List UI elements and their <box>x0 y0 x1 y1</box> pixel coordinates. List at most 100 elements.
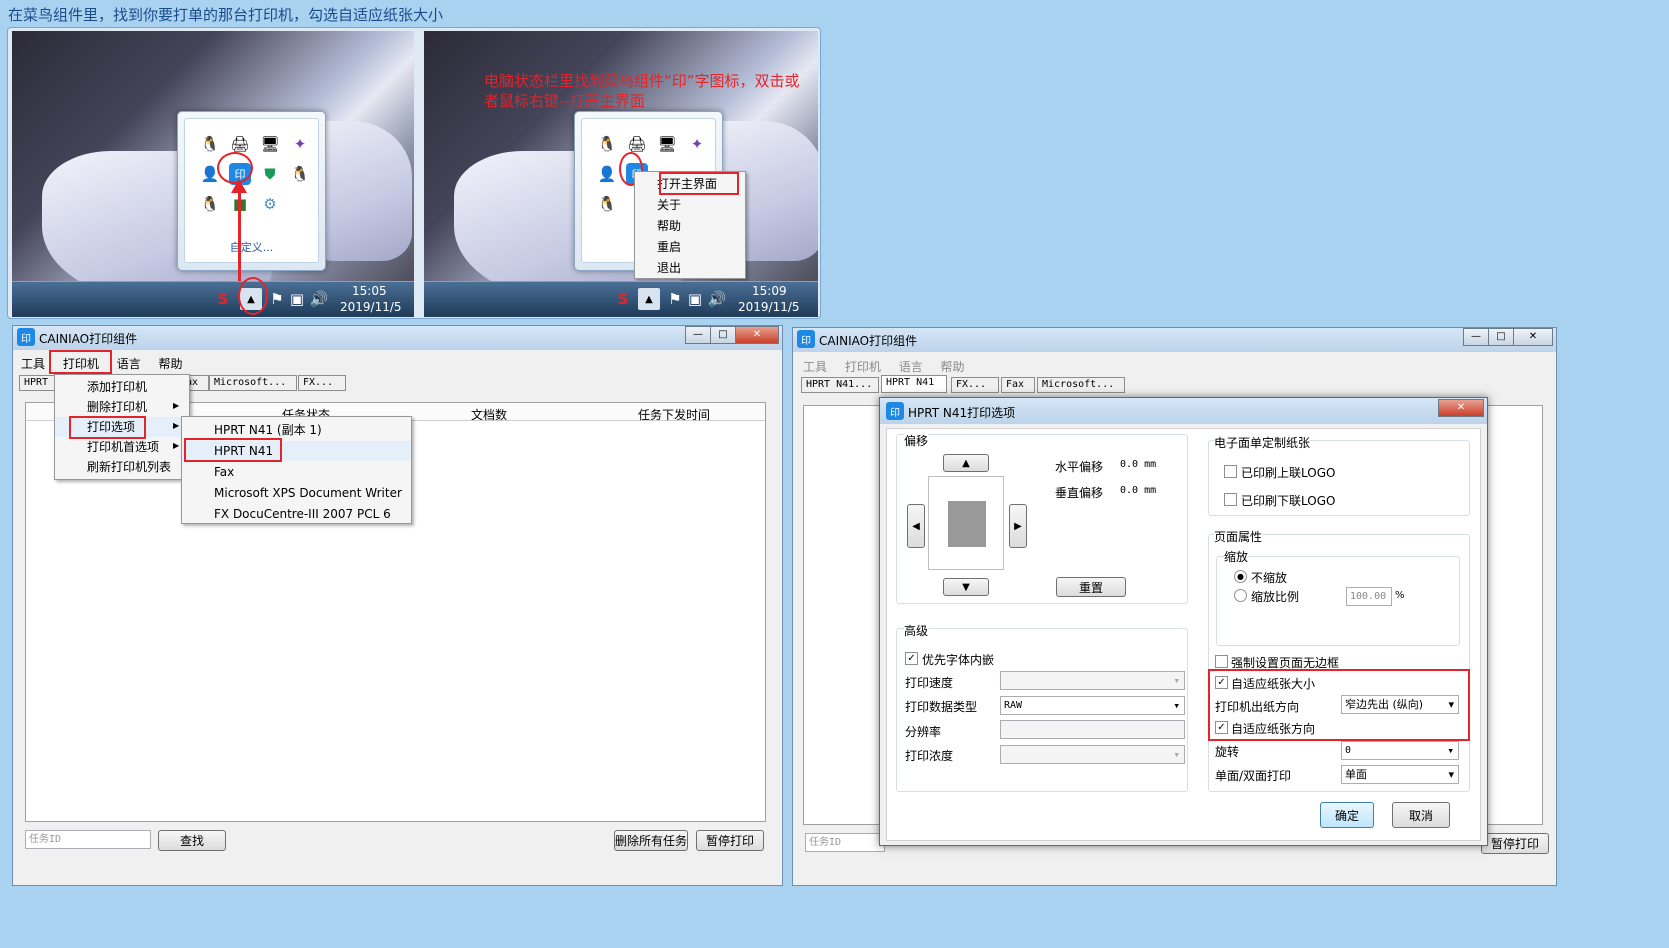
find-button[interactable]: 查找 <box>158 830 226 851</box>
scale-ratio-input[interactable]: 100.00 <box>1346 587 1392 606</box>
submenu-fax[interactable]: Fax <box>182 462 411 482</box>
cancel-button[interactable]: 取消 <box>1392 802 1450 828</box>
task-id-input[interactable]: 任务ID <box>805 833 885 852</box>
network-icon[interactable]: ▣ <box>684 288 706 310</box>
qq-icon[interactable]: 🐧 <box>596 193 618 215</box>
menu-refresh-printers[interactable]: 刷新打印机列表 <box>55 457 189 477</box>
menu-help[interactable]: 帮助 <box>635 216 745 236</box>
sogou-icon[interactable]: S <box>212 288 234 310</box>
resolution-input[interactable] <box>1000 720 1185 739</box>
clock-time: 15:09 <box>752 284 787 298</box>
resolution-label: 分辨率 <box>905 725 942 739</box>
pause-button[interactable]: 暂停打印 <box>1481 833 1549 854</box>
tab-hprt-n41[interactable]: HPRT N41 <box>881 375 947 393</box>
submenu-hprt-copy[interactable]: HPRT N41 (副本 1) <box>182 420 411 440</box>
pause-button[interactable]: 暂停打印 <box>696 830 764 851</box>
menu-add-printer[interactable]: 添加打印机 <box>55 377 189 397</box>
lower-logo-checkbox[interactable] <box>1224 493 1237 506</box>
no-border-checkbox[interactable] <box>1215 655 1228 668</box>
density-select[interactable] <box>1000 745 1185 764</box>
menu-language[interactable]: 语言 <box>899 360 923 374</box>
offset-right-button[interactable]: ▶ <box>1009 504 1027 548</box>
duplex-select[interactable]: 单面 <box>1341 765 1459 784</box>
page-label: 页面属性 <box>1214 528 1263 545</box>
rotate-select[interactable]: 0 <box>1341 741 1459 760</box>
offset-left-button[interactable]: ◀ <box>907 504 925 548</box>
rotate-label: 旋转 <box>1215 745 1240 759</box>
tab-fx[interactable]: FX... <box>298 375 346 391</box>
cainiao-icon: 印 <box>886 402 904 420</box>
menu-exit[interactable]: 退出 <box>635 258 745 278</box>
waybill-label: 电子面单定制纸张 <box>1214 434 1311 451</box>
submenu-xps[interactable]: Microsoft XPS Document Writer <box>182 483 411 503</box>
v-offset-label: 垂直偏移 <box>1055 486 1104 500</box>
monitor-icon[interactable]: 🖥 <box>656 133 678 155</box>
data-type-select[interactable]: RAW <box>1000 696 1185 715</box>
app-icon[interactable]: ✦ <box>289 133 311 155</box>
submenu-fx[interactable]: FX DocuCentre-III 2007 PCL 6 <box>182 504 411 524</box>
minimize-button[interactable]: — <box>1463 328 1489 346</box>
maximize-button[interactable]: □ <box>1488 328 1514 346</box>
percent-label: % <box>1395 590 1405 601</box>
cainiao-icon: 印 <box>17 328 35 346</box>
app-icon[interactable]: 🐧 <box>199 133 221 155</box>
menu-restart[interactable]: 重启 <box>635 237 745 257</box>
offset-up-button[interactable]: ▲ <box>943 454 989 472</box>
offset-down-button[interactable]: ▼ <box>943 578 989 596</box>
embed-font-label: 优先字体内嵌 <box>922 653 995 667</box>
flag-icon[interactable]: ⚑ <box>664 288 686 310</box>
shield-icon[interactable]: ⛊ <box>259 163 281 185</box>
close-button[interactable]: ✕ <box>735 326 779 344</box>
monitor-icon[interactable]: 🖥 <box>259 133 281 155</box>
speed-select[interactable] <box>1000 671 1185 690</box>
tab-hprt-copy[interactable]: HPRT N41... <box>801 377 879 393</box>
maximize-button[interactable]: □ <box>710 326 736 344</box>
minimize-button[interactable]: — <box>685 326 711 344</box>
tray-expand-icon[interactable]: ▲ <box>638 288 660 310</box>
close-button[interactable]: ✕ <box>1513 328 1553 346</box>
density-label: 打印浓度 <box>905 749 954 763</box>
upper-logo-label: 已印刷上联LOGO <box>1241 466 1336 480</box>
user-icon[interactable]: 👤 <box>596 163 618 185</box>
h-offset-label: 水平偏移 <box>1055 460 1104 474</box>
upper-logo-checkbox[interactable] <box>1224 465 1237 478</box>
tab-fax[interactable]: Fax <box>1001 377 1035 393</box>
ok-button[interactable]: 确定 <box>1320 802 1374 828</box>
delete-all-button[interactable]: 删除所有任务 <box>614 830 688 851</box>
tab-fx[interactable]: FX... <box>951 377 999 393</box>
network-icon[interactable]: ▣ <box>286 288 308 310</box>
no-scale-radio[interactable]: ● <box>1234 570 1247 583</box>
task-id-input[interactable]: 任务ID <box>25 830 151 849</box>
lower-logo-label: 已印刷下联LOGO <box>1241 494 1336 508</box>
volume-icon[interactable]: 🔊 <box>706 288 728 310</box>
tab-hprt[interactable]: HPRT <box>19 375 55 391</box>
column-issued-time[interactable]: 任务下发时间 <box>638 406 710 423</box>
menu-printer[interactable]: 打印机 <box>845 360 881 374</box>
menu-about[interactable]: 关于 <box>635 195 745 215</box>
flag-icon[interactable]: ⚑ <box>266 288 288 310</box>
menu-delete-printer[interactable]: 删除打印机 <box>55 397 189 417</box>
sogou-icon[interactable]: S <box>612 288 634 310</box>
volume-icon[interactable]: 🔊 <box>308 288 330 310</box>
dialog-close-button[interactable]: ✕ <box>1438 399 1484 417</box>
embed-font-checkbox[interactable]: ✓ <box>905 652 918 665</box>
menu-help[interactable]: 帮助 <box>159 357 183 371</box>
menu-tools[interactable]: 工具 <box>21 357 45 371</box>
column-doc-count[interactable]: 文档数 <box>471 406 507 423</box>
tab-microsoft[interactable]: Microsoft... <box>1037 377 1125 393</box>
menu-bar: 工具 打印机 语言 帮助 <box>803 358 979 375</box>
v-offset-value: 0.0 mm <box>1120 485 1157 496</box>
network-icon[interactable]: ⚙ <box>259 193 281 215</box>
tab-microsoft[interactable]: Microsoft... <box>209 375 297 391</box>
menu-printer-prefs[interactable]: 打印机首选项 <box>55 437 189 457</box>
menu-tools[interactable]: 工具 <box>803 360 827 374</box>
scale-ratio-radio[interactable] <box>1234 589 1247 602</box>
menu-language[interactable]: 语言 <box>117 357 141 371</box>
reset-button[interactable]: 重置 <box>1056 577 1126 597</box>
app-icon[interactable]: 🐧 <box>596 133 618 155</box>
customize-link[interactable]: 自定义... <box>185 239 318 255</box>
app-icon[interactable]: ✦ <box>686 133 708 155</box>
qq-icon[interactable]: 🐧 <box>289 163 311 185</box>
qq-icon[interactable]: 🐧 <box>199 193 221 215</box>
menu-help[interactable]: 帮助 <box>941 360 965 374</box>
